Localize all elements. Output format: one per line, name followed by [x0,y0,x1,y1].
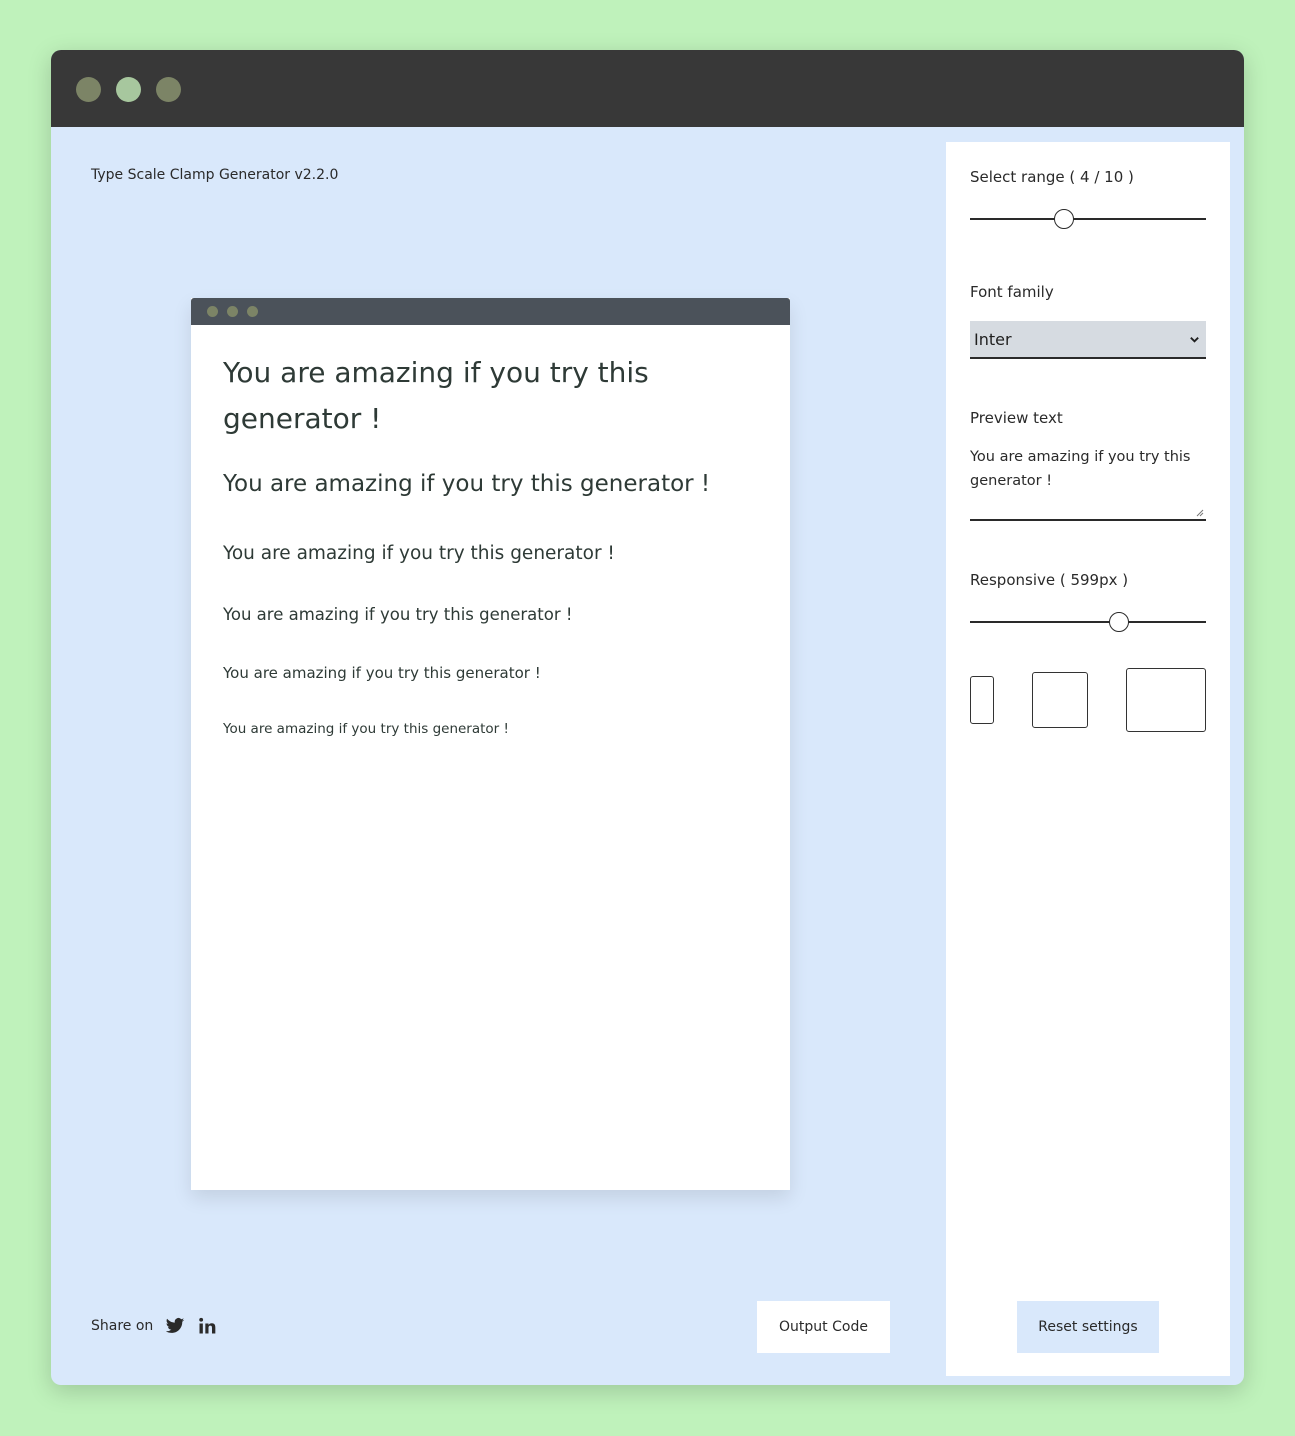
window-minimize-dot[interactable] [116,77,141,102]
preview-dot [227,306,238,317]
range-label: Select range ( 4 / 10 ) [970,168,1134,186]
preview-text-input[interactable]: You are amazing if you try this generato… [970,445,1206,521]
share-label: Share on [91,1318,154,1334]
range-slider[interactable] [970,209,1206,229]
responsive-label: Responsive ( 599px ) [970,571,1129,589]
font-family-label: Font family [970,283,1054,301]
range-slider-track [970,218,1206,220]
window-titlebar [51,50,1244,127]
output-code-button[interactable]: Output Code [757,1301,890,1353]
preview-line-4: You are amazing if you try this generato… [223,605,573,624]
responsive-slider-track [970,621,1206,623]
settings-panel: Select range ( 4 / 10 ) Font family Inte… [946,142,1230,1376]
app-title: Type Scale Clamp Generator v2.2.0 [91,167,339,183]
font-family-select[interactable]: Inter [970,321,1206,359]
preview-line-3: You are amazing if you try this generato… [223,543,615,564]
tablet-device-button[interactable] [1032,672,1088,728]
preview-dot [247,306,258,317]
twitter-icon[interactable] [165,1316,185,1336]
preview-line-2: You are amazing if you try this generato… [223,471,711,497]
window-close-dot[interactable] [76,77,101,102]
preview-line-5: You are amazing if you try this generato… [223,664,541,682]
chevron-down-icon [1189,330,1200,349]
app-window: Type Scale Clamp Generator v2.2.0 You ar… [51,50,1244,1385]
preview-line-1: You are amazing if you try this generato… [223,356,649,435]
resize-grip-icon[interactable] [1196,509,1204,517]
preview-text-value: You are amazing if you try this generato… [970,449,1191,489]
mobile-device-button[interactable] [970,676,994,724]
responsive-slider[interactable] [970,612,1206,632]
preview-frame: You are amazing if you try this generato… [191,298,790,1190]
window-maximize-dot[interactable] [156,77,181,102]
preview-titlebar [191,298,790,325]
range-slider-thumb[interactable] [1054,209,1074,229]
responsive-slider-thumb[interactable] [1109,612,1129,632]
preview-line-6: You are amazing if you try this generato… [223,721,509,737]
share-section: Share on [91,1316,217,1336]
preview-dot [207,306,218,317]
preview-text-label: Preview text [970,409,1063,427]
reset-settings-button[interactable]: Reset settings [1017,1301,1159,1353]
font-family-value: Inter [974,329,1012,349]
desktop-device-button[interactable] [1126,668,1206,732]
linkedin-icon[interactable] [197,1316,217,1336]
